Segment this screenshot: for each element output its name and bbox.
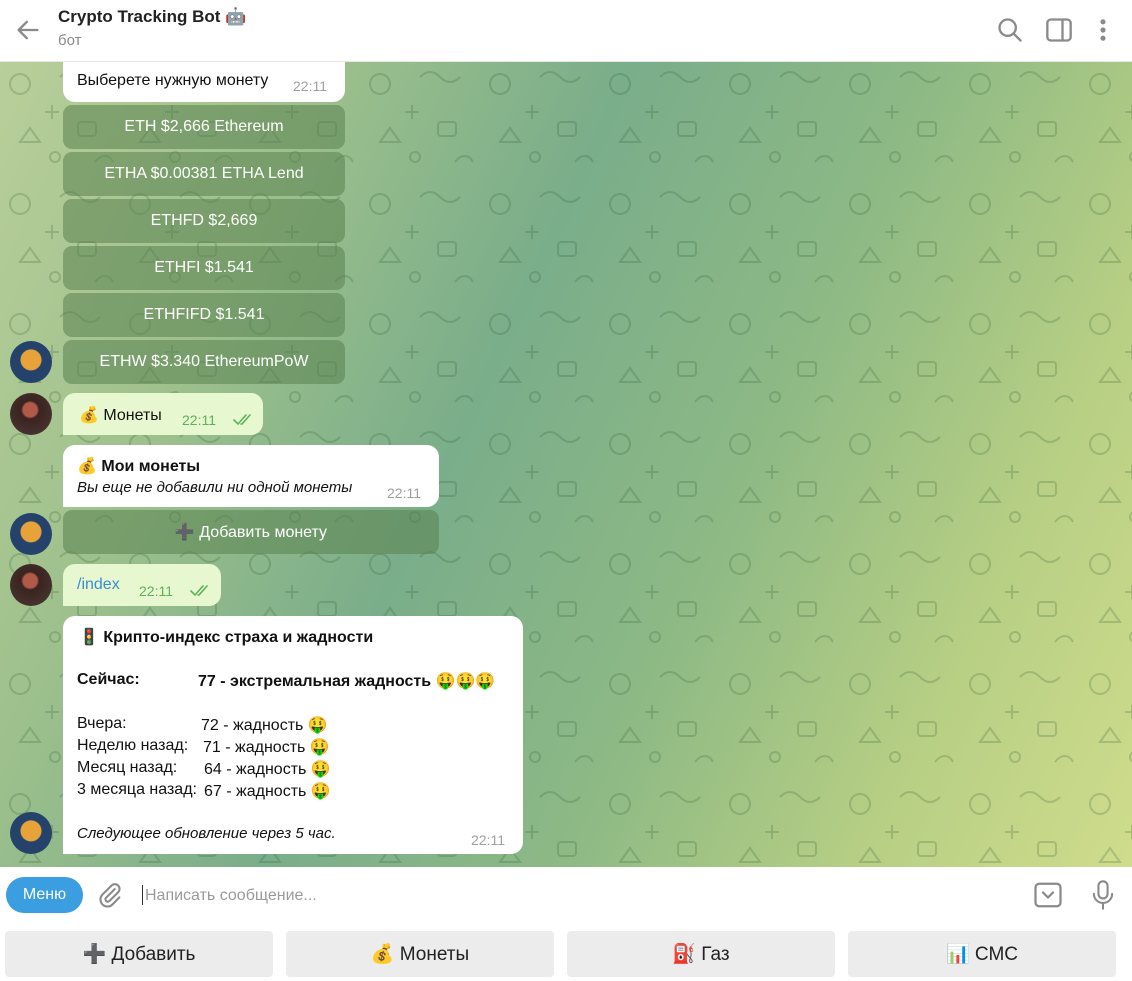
message-bubble-outgoing: /index 22:11 [63,564,221,606]
message-text: Вы еще не добавили ни одной монеты [77,479,353,496]
index-row-value: 71 - жадность 🤑 [203,739,330,756]
bot-avatar[interactable] [10,341,52,383]
index-row-label: 3 месяца назад: [77,781,197,798]
double-check-icon [233,414,251,426]
inline-button-add-coin[interactable]: ➕ Добавить монету [63,510,439,554]
inline-button-coin[interactable]: ETHFI $1.541 [63,246,345,290]
index-row-label: Месяц назад: [77,759,178,776]
message-footer: Следующее обновление через 5 час. [77,825,336,842]
bot-menu-button[interactable]: Меню [6,877,83,913]
message-time: 22:11 [182,412,216,428]
message-input[interactable] [143,883,1007,909]
message-title: 🚦 Крипто-индекс страха и жадности [79,629,374,646]
message-bubble-fear-index: 🚦 Крипто-индекс страха и жадности Сейчас… [63,616,523,854]
reply-button-coins[interactable]: 💰 Монеты [286,931,554,977]
message-time: 22:11 [139,583,173,599]
index-now-value: 77 - экстремальная жадность 🤑🤑🤑 [198,673,496,690]
message-bubble-outgoing: 💰 Монеты 22:11 [63,393,263,435]
attach-icon[interactable] [96,881,124,909]
double-check-icon [190,585,208,597]
sidebar-toggle-icon[interactable] [1045,16,1073,44]
bot-avatar[interactable] [10,513,52,555]
bot-keyboard-icon[interactable] [1033,880,1063,910]
reply-button-add[interactable]: ➕ Добавить [5,931,273,977]
search-icon[interactable] [996,16,1024,44]
reply-button-gas[interactable]: ⛽ Газ [567,931,835,977]
message-title: 💰 Мои монеты [77,458,200,475]
message-time: 22:11 [293,78,327,94]
bot-avatar[interactable] [10,812,52,854]
chat-area[interactable]: Выберете нужную монету 22:11 ETH $2,666 … [0,62,1132,867]
inline-button-coin[interactable]: ETH $2,666 Ethereum [63,105,345,149]
chat-title[interactable]: Crypto Tracking Bot 🤖 [58,7,246,27]
inline-button-coin[interactable]: ETHFIFD $1.541 [63,293,345,337]
reply-button-sms[interactable]: 📊 СМС [848,931,1116,977]
message-bubble-prompt: Выберете нужную монету 22:11 [63,62,345,102]
microphone-icon[interactable] [1089,879,1117,911]
chat-subtitle: бот [58,32,82,49]
message-text: Выберете нужную монету [77,72,269,89]
inline-button-coin[interactable]: ETHW $3.340 EthereumPoW [63,340,345,384]
message-text: 💰 Монеты [79,407,162,424]
message-time: 22:11 [471,832,505,848]
chat-header: Crypto Tracking Bot 🤖 бот [0,0,1132,62]
index-row-value: 72 - жадность 🤑 [201,717,328,734]
command-link[interactable]: /index [77,576,120,594]
reply-keyboard: ➕ Добавить 💰 Монеты ⛽ Газ 📊 СМС [0,923,1132,981]
message-time: 22:11 [387,485,421,501]
message-composer: Меню [0,867,1132,923]
inline-button-coin[interactable]: ETHFD $2,669 [63,199,345,243]
message-bubble-my-coins: 💰 Мои монеты Вы еще не добавили ни одной… [63,445,439,507]
index-row-value: 67 - жадность 🤑 [204,783,331,800]
more-vert-icon[interactable] [1089,16,1117,44]
index-row-label: Неделю назад: [77,737,189,754]
index-row-value: 64 - жадность 🤑 [204,761,331,778]
index-now-label: Сейчас: [77,671,140,688]
back-arrow-icon[interactable] [14,16,42,44]
user-avatar[interactable] [10,564,52,606]
user-avatar[interactable] [10,393,52,435]
index-row-label: Вчера: [77,715,127,732]
inline-button-coin[interactable]: ETHA $0.00381 ETHA Lend [63,152,345,196]
